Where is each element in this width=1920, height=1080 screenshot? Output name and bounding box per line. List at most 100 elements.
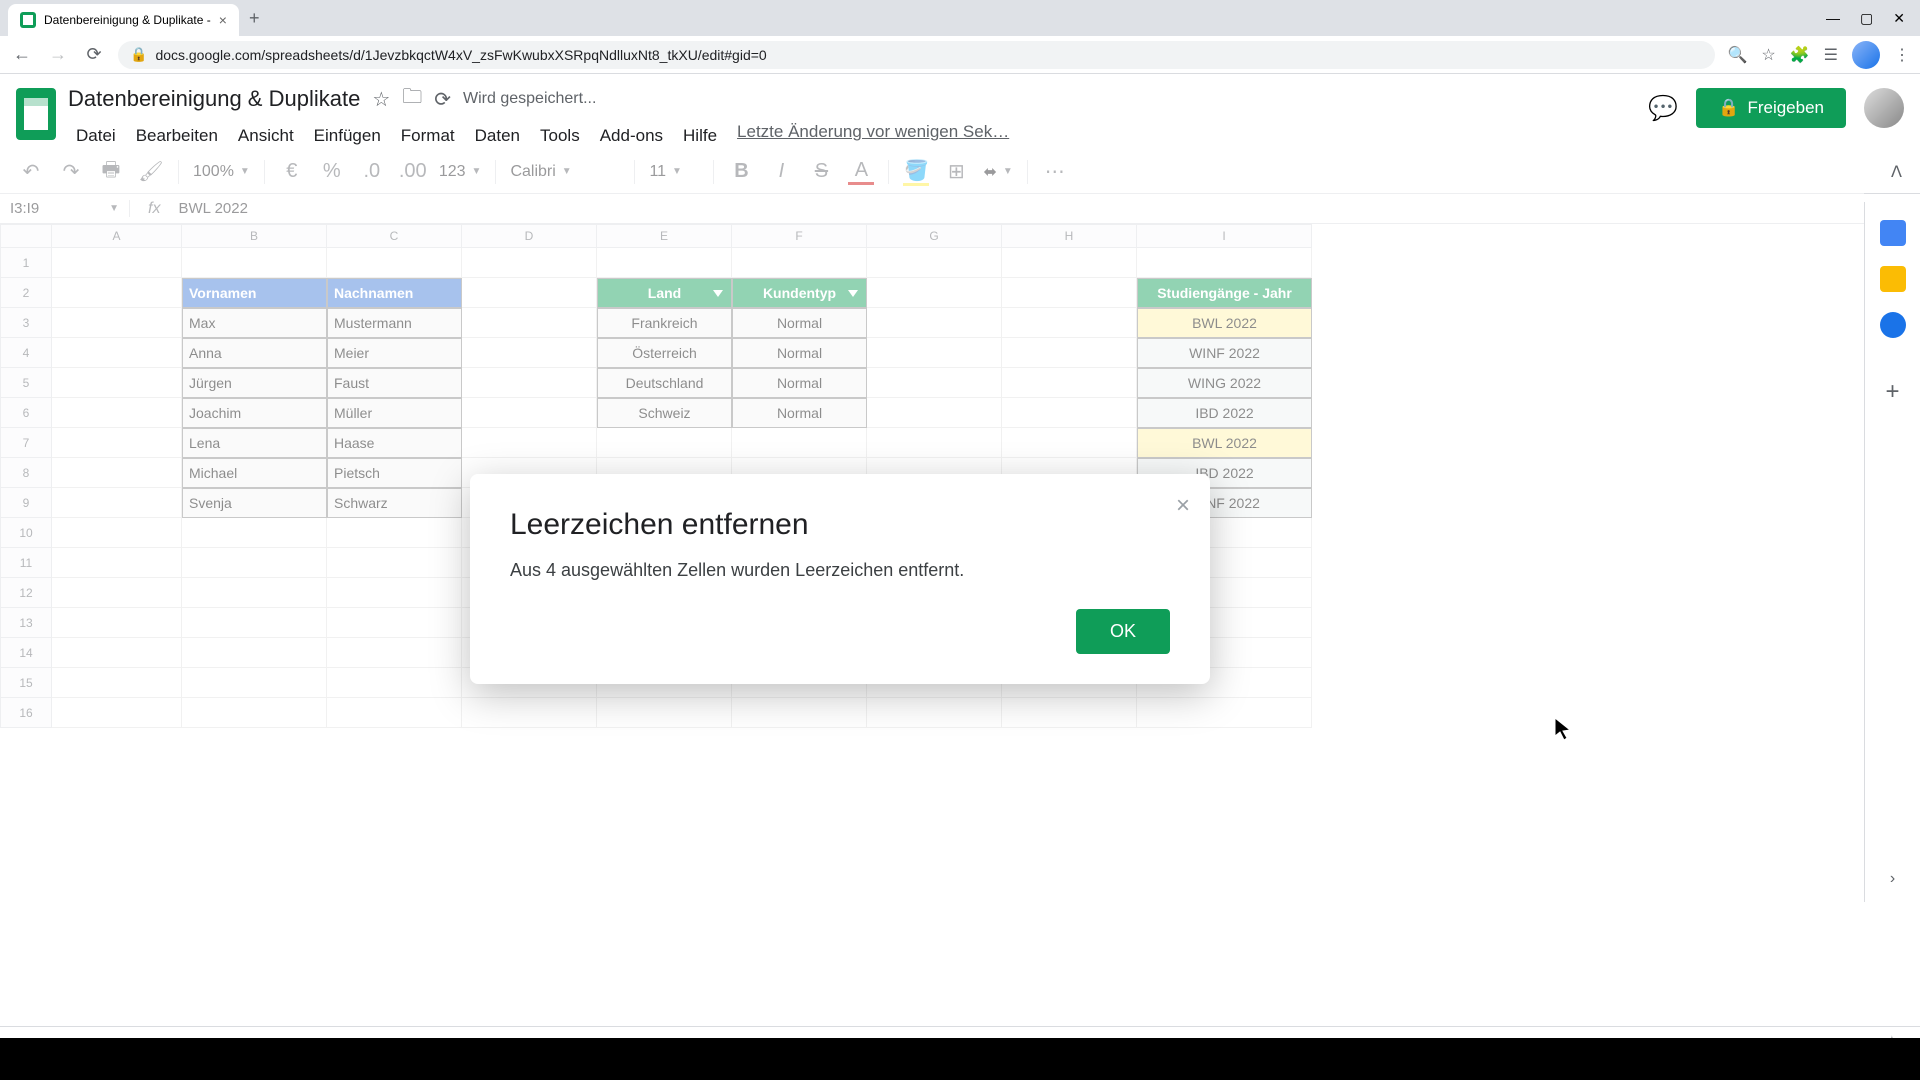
cell-C4[interactable]: Meier xyxy=(327,338,462,368)
menu-bearbeiten[interactable]: Bearbeiten xyxy=(128,122,226,150)
cell-A5[interactable] xyxy=(52,368,182,398)
column-header-D[interactable]: D xyxy=(462,224,597,248)
cell-C5[interactable]: Faust xyxy=(327,368,462,398)
cell-A10[interactable] xyxy=(52,518,182,548)
cell-F4[interactable]: Normal xyxy=(732,338,867,368)
undo-button[interactable]: ↶ xyxy=(18,159,44,184)
cell-G5[interactable] xyxy=(867,368,1002,398)
cell-E1[interactable] xyxy=(597,248,732,278)
share-button[interactable]: 🔒 Freigeben xyxy=(1696,88,1846,128)
paint-format-button[interactable]: 🖌 xyxy=(138,159,164,184)
reload-button[interactable]: ⟳ xyxy=(82,44,106,65)
menu-add-ons[interactable]: Add-ons xyxy=(592,122,671,150)
column-header-C[interactable]: C xyxy=(327,224,462,248)
cell-G16[interactable] xyxy=(867,698,1002,728)
cell-H2[interactable] xyxy=(1002,278,1137,308)
cell-C7[interactable]: Haase xyxy=(327,428,462,458)
cell-H4[interactable] xyxy=(1002,338,1137,368)
cell-H1[interactable] xyxy=(1002,248,1137,278)
cell-E2[interactable]: Land xyxy=(597,278,732,308)
cell-D4[interactable] xyxy=(462,338,597,368)
cell-C6[interactable]: Müller xyxy=(327,398,462,428)
row-header-9[interactable]: 9 xyxy=(0,488,52,518)
cell-I5[interactable]: WING 2022 xyxy=(1137,368,1312,398)
fill-color-button[interactable]: 🪣 xyxy=(903,158,929,186)
cell-C2[interactable]: Nachnamen xyxy=(327,278,462,308)
cell-G7[interactable] xyxy=(867,428,1002,458)
cell-E4[interactable]: Österreich xyxy=(597,338,732,368)
cell-E5[interactable]: Deutschland xyxy=(597,368,732,398)
cell-D3[interactable] xyxy=(462,308,597,338)
comments-icon[interactable]: 💬 xyxy=(1648,94,1678,123)
cell-G2[interactable] xyxy=(867,278,1002,308)
cell-I7[interactable]: BWL 2022 xyxy=(1137,428,1312,458)
tab-close-icon[interactable]: × xyxy=(219,12,227,28)
cell-H6[interactable] xyxy=(1002,398,1137,428)
browser-tab[interactable]: Datenbereinigung & Duplikate - × xyxy=(8,4,239,36)
cell-A14[interactable] xyxy=(52,638,182,668)
column-header-I[interactable]: I xyxy=(1137,224,1312,248)
row-header-7[interactable]: 7 xyxy=(0,428,52,458)
cell-C10[interactable] xyxy=(327,518,462,548)
bookmark-star-icon[interactable]: ☆ xyxy=(1761,45,1775,65)
minimize-button[interactable]: — xyxy=(1826,10,1840,27)
keep-icon[interactable] xyxy=(1880,266,1906,292)
borders-button[interactable]: ⊞ xyxy=(943,159,969,184)
cell-D16[interactable] xyxy=(462,698,597,728)
font-size-select[interactable]: 11▼ xyxy=(649,163,699,181)
menu-tools[interactable]: Tools xyxy=(532,122,588,150)
last-change-link[interactable]: Letzte Änderung vor wenigen Sek… xyxy=(737,122,1009,150)
text-color-button[interactable]: A xyxy=(848,159,874,185)
bold-button[interactable]: B xyxy=(728,160,754,183)
close-window-button[interactable]: ✕ xyxy=(1893,10,1905,27)
account-avatar[interactable] xyxy=(1864,88,1904,128)
cell-E3[interactable]: Frankreich xyxy=(597,308,732,338)
forward-button[interactable]: → xyxy=(46,44,70,65)
cell-A1[interactable] xyxy=(52,248,182,278)
cell-B4[interactable]: Anna xyxy=(182,338,327,368)
cell-A11[interactable] xyxy=(52,548,182,578)
cell-F7[interactable] xyxy=(732,428,867,458)
column-header-B[interactable]: B xyxy=(182,224,327,248)
row-header-16[interactable]: 16 xyxy=(0,698,52,728)
row-header-6[interactable]: 6 xyxy=(0,398,52,428)
cell-A7[interactable] xyxy=(52,428,182,458)
add-addon-icon[interactable]: + xyxy=(1885,378,1899,406)
menu-hilfe[interactable]: Hilfe xyxy=(675,122,725,150)
side-panel-collapse-icon[interactable]: › xyxy=(1890,870,1895,888)
currency-button[interactable]: € xyxy=(279,160,305,183)
strikethrough-button[interactable]: S xyxy=(808,160,834,183)
column-header-F[interactable]: F xyxy=(732,224,867,248)
cell-C13[interactable] xyxy=(327,608,462,638)
tasks-icon[interactable] xyxy=(1880,312,1906,338)
cell-C15[interactable] xyxy=(327,668,462,698)
extensions-icon[interactable]: 🧩 xyxy=(1790,45,1810,65)
cell-B7[interactable]: Lena xyxy=(182,428,327,458)
cell-B2[interactable]: Vornamen xyxy=(182,278,327,308)
profile-avatar[interactable] xyxy=(1852,41,1880,69)
cell-F2[interactable]: Kundentyp xyxy=(732,278,867,308)
cell-F16[interactable] xyxy=(732,698,867,728)
cell-I1[interactable] xyxy=(1137,248,1312,278)
calendar-icon[interactable] xyxy=(1880,220,1906,246)
cell-G4[interactable] xyxy=(867,338,1002,368)
menu-datei[interactable]: Datei xyxy=(68,122,124,150)
cell-C14[interactable] xyxy=(327,638,462,668)
menu-format[interactable]: Format xyxy=(393,122,463,150)
select-all-corner[interactable] xyxy=(0,224,52,248)
cell-H3[interactable] xyxy=(1002,308,1137,338)
row-header-4[interactable]: 4 xyxy=(0,338,52,368)
cell-C3[interactable]: Mustermann xyxy=(327,308,462,338)
cell-E7[interactable] xyxy=(597,428,732,458)
cell-B5[interactable]: Jürgen xyxy=(182,368,327,398)
cell-B11[interactable] xyxy=(182,548,327,578)
cell-G3[interactable] xyxy=(867,308,1002,338)
dialog-ok-button[interactable]: OK xyxy=(1076,609,1170,654)
new-tab-button[interactable]: + xyxy=(239,8,270,29)
cell-C16[interactable] xyxy=(327,698,462,728)
cell-C1[interactable] xyxy=(327,248,462,278)
cell-B12[interactable] xyxy=(182,578,327,608)
cell-F3[interactable]: Normal xyxy=(732,308,867,338)
row-header-13[interactable]: 13 xyxy=(0,608,52,638)
cell-A4[interactable] xyxy=(52,338,182,368)
